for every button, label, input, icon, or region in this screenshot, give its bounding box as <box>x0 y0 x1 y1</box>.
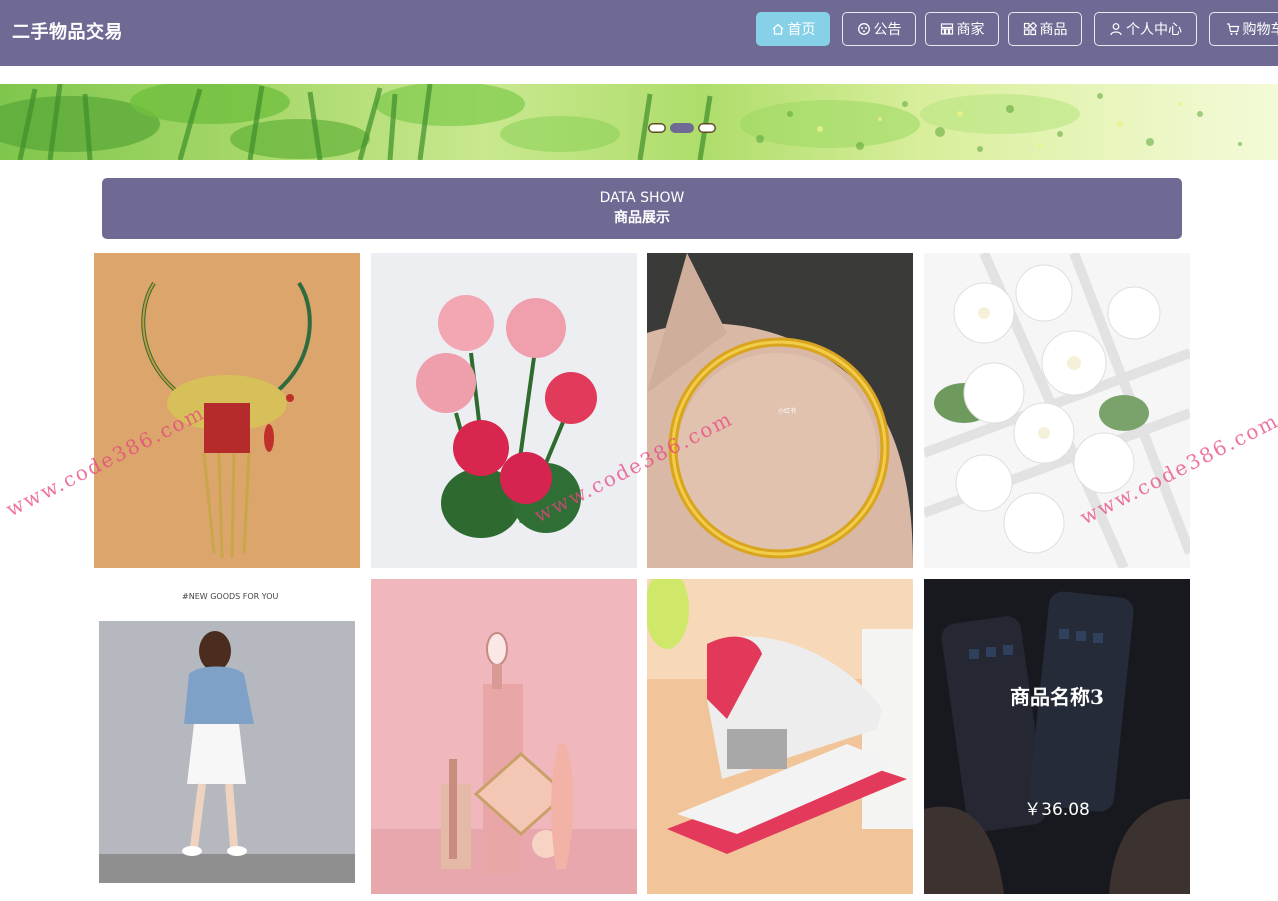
announcement-icon <box>857 23 870 35</box>
nav-cart-label: 购物车 <box>1242 22 1278 38</box>
goods-icon <box>1023 22 1037 36</box>
image-caption: #NEW GOODS FOR YOU <box>182 592 279 601</box>
product-card[interactable] <box>371 253 637 568</box>
product-image-gold-bangle: 小红书 <box>647 253 913 568</box>
section-header: DATA SHOW 商品展示 <box>102 178 1182 239</box>
product-card[interactable] <box>94 253 360 568</box>
site-title: 二手物品交易 <box>12 22 123 43</box>
section-title-zh: 商品展示 <box>614 209 670 226</box>
section-title-en: DATA SHOW <box>599 189 685 206</box>
nav-profile-label: 个人中心 <box>1126 22 1182 38</box>
product-image-dress-model: #NEW GOODS FOR YOU <box>94 579 360 894</box>
product-card[interactable] <box>371 579 637 894</box>
home-icon <box>772 23 783 35</box>
nav-announcement-label: 公告 <box>873 22 902 38</box>
store-icon <box>940 23 953 35</box>
nav-home-button[interactable]: 首页 <box>756 12 830 46</box>
nav-home-label: 首页 <box>787 22 816 38</box>
nav-profile-button[interactable]: 个人中心 <box>1094 12 1197 46</box>
banner-carousel[interactable] <box>0 84 1278 160</box>
nav-announcement-button[interactable]: 公告 <box>842 12 916 46</box>
product-name: 商品名称3 <box>1010 685 1104 709</box>
nav-store-label: 商家 <box>956 22 985 38</box>
nav-goods-button[interactable]: 商品 <box>1008 12 1082 46</box>
product-hover-overlay: 商品名称3 ￥36.08 <box>924 579 1190 894</box>
product-card[interactable] <box>647 579 913 894</box>
product-image-white-flowers <box>924 253 1190 568</box>
carousel-indicators <box>648 123 716 133</box>
user-icon <box>1110 23 1122 36</box>
product-card[interactable] <box>924 253 1190 568</box>
image-caption: 小红书 <box>778 407 796 415</box>
nav-goods-label: 商品 <box>1039 22 1068 38</box>
product-price: ￥36.08 <box>1024 800 1090 820</box>
carousel-dot-2[interactable] <box>670 123 694 133</box>
product-image-necklace <box>94 253 360 568</box>
carousel-dot-3[interactable] <box>698 123 716 133</box>
banner-image <box>0 84 1242 160</box>
product-image-roses <box>371 253 637 568</box>
carousel-dot-1[interactable] <box>648 123 666 133</box>
product-card[interactable]: #NEW GOODS FOR YOU <box>94 579 360 894</box>
product-card[interactable]: 商品名称3 ￥36.08 <box>924 579 1190 894</box>
product-image-stapler <box>647 579 913 894</box>
product-image-makeup-set <box>371 579 637 894</box>
product-card[interactable]: 小红书 <box>647 253 913 568</box>
cart-icon <box>1226 23 1239 35</box>
nav-store-button[interactable]: 商家 <box>925 12 999 46</box>
nav-cart-button[interactable]: 购物车 <box>1209 12 1278 46</box>
top-navbar: 二手物品交易 首页 公告 商家 商品 个人中心 购物车 <box>0 0 1278 66</box>
